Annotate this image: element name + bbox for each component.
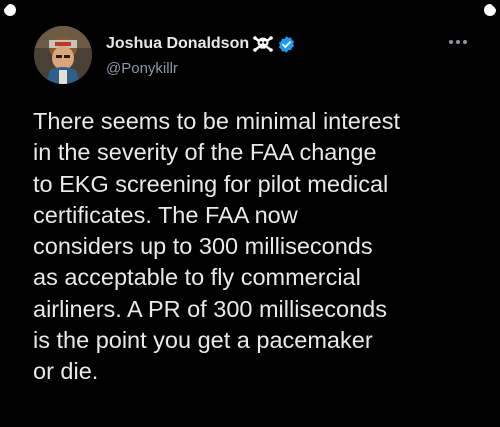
tweet-text-line: certificates. The FAA now bbox=[33, 201, 298, 228]
tweet-text: There seems to be minimal interest in th… bbox=[33, 106, 473, 388]
skull-and-crossbones-icon bbox=[253, 35, 273, 53]
tweet-text-line: or die. bbox=[33, 358, 99, 385]
more-horizontal-icon-dot bbox=[456, 40, 460, 44]
tweet-text-line: to EKG screening for pilot medical bbox=[33, 170, 389, 197]
display-name[interactable]: Joshua Donaldson bbox=[106, 35, 249, 53]
author-name-row[interactable]: Joshua Donaldson bbox=[106, 34, 296, 54]
more-horizontal-icon-dot bbox=[449, 40, 453, 44]
more-options-button[interactable] bbox=[446, 34, 470, 50]
more-horizontal-icon-dot bbox=[463, 40, 467, 44]
tweet-text-line: considers up to 300 milliseconds bbox=[33, 233, 373, 260]
corner-dot-left bbox=[4, 4, 16, 16]
tweet-text-line: in the severity of the FAA change bbox=[33, 139, 377, 166]
verified-badge-icon bbox=[277, 35, 296, 54]
corner-dot-right bbox=[484, 4, 496, 16]
avatar-image bbox=[34, 26, 92, 84]
tweet-text-line: airliners. A PR of 300 milliseconds bbox=[33, 295, 387, 322]
tweet-card: Joshua Donaldson @Ponykillr There seems … bbox=[0, 0, 500, 427]
avatar[interactable] bbox=[34, 26, 92, 84]
tweet-text-line: as acceptable to fly commercial bbox=[33, 264, 361, 291]
tweet-text-line: There seems to be minimal interest bbox=[33, 108, 401, 134]
author-handle[interactable]: @Ponykillr bbox=[106, 60, 178, 77]
tweet-text-line: is the point you get a pacemaker bbox=[33, 327, 373, 354]
